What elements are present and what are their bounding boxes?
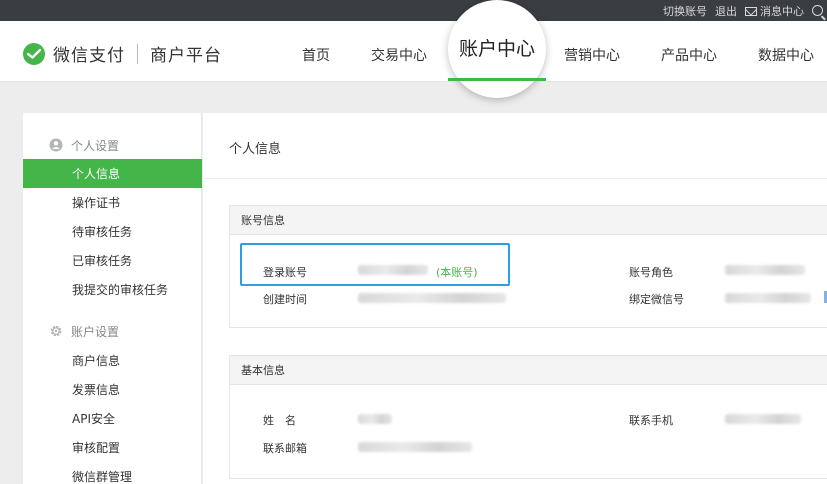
sidebar-group-personal: 个人设置 <box>23 131 202 159</box>
search-icon[interactable] <box>812 5 823 16</box>
sidebar-item-invoice-info[interactable]: 发票信息 <box>23 375 202 404</box>
sidebar-group-label: 个人设置 <box>71 138 120 153</box>
wechat-pay-logo-icon <box>23 42 45 65</box>
nav-home[interactable]: 首页 <box>302 45 330 65</box>
name-value <box>358 414 392 424</box>
bound-wechat-value <box>725 293 811 303</box>
nav-data[interactable]: 数据中心 <box>758 45 814 65</box>
messages-label: 消息中心 <box>760 4 804 18</box>
account-panel-title: 账号信息 <box>230 206 827 235</box>
logo-subtitle: 商户平台 <box>150 46 222 66</box>
nav-trade[interactable]: 交易中心 <box>371 45 427 65</box>
created-time-value <box>358 293 506 303</box>
sidebar-item-certificate[interactable]: 操作证书 <box>23 188 202 217</box>
mail-icon <box>745 6 757 16</box>
sidebar-item-merchant-info[interactable]: 商户信息 <box>23 346 202 375</box>
email-value <box>358 442 472 452</box>
email-label: 联系邮箱 <box>263 442 307 455</box>
nav-marketing[interactable]: 营销中心 <box>564 45 620 65</box>
created-time-label: 创建时间 <box>263 293 307 306</box>
nav-account[interactable]: 账户中心 <box>459 34 535 61</box>
messages-link[interactable]: 消息中心 <box>745 3 804 19</box>
top-bar: 切换账号 退出 消息中心 <box>0 0 827 21</box>
sidebar-item-api-security[interactable]: API安全 <box>23 404 202 433</box>
sidebar-item-review-config[interactable]: 审核配置 <box>23 433 202 462</box>
login-account-value <box>358 265 428 275</box>
sidebar-group-label: 账户设置 <box>71 324 120 339</box>
sidebar-item-reviewed-tasks[interactable]: 已审核任务 <box>23 246 202 275</box>
sidebar-item-personal-info[interactable]: 个人信息 <box>23 159 202 188</box>
logo-text: 微信支付 <box>53 46 125 66</box>
logout-link[interactable]: 退出 <box>715 3 737 19</box>
main-content: 个人信息 账号信息 登录账号 (本账号) 创建时间 账号角色 绑定微信号 基本信… <box>203 113 827 484</box>
sidebar: 个人设置 个人信息 操作证书 待审核任务 已审核任务 我提交的审核任务 账户设置… <box>23 113 202 484</box>
sidebar-item-wechat-group[interactable]: 微信群管理 <box>23 462 202 484</box>
page-title: 个人信息 <box>229 142 282 157</box>
nav-product[interactable]: 产品中心 <box>661 45 717 65</box>
account-role-label: 账号角色 <box>629 266 673 279</box>
nav-active-underline <box>448 78 546 81</box>
user-icon <box>49 138 63 152</box>
bound-wechat-label: 绑定微信号 <box>629 293 684 306</box>
basic-panel-title: 基本信息 <box>230 356 827 385</box>
sidebar-group-account: 账户设置 <box>23 317 202 345</box>
name-label: 姓 名 <box>263 414 296 427</box>
logo-divider <box>137 43 138 64</box>
phone-label: 联系手机 <box>629 414 673 427</box>
self-account-tag: (本账号) <box>436 266 478 279</box>
sidebar-item-pending-tasks[interactable]: 待审核任务 <box>23 217 202 246</box>
logo[interactable]: 微信支付 商户平台 <box>22 41 222 66</box>
sidebar-item-submitted-tasks[interactable]: 我提交的审核任务 <box>23 275 202 304</box>
phone-value <box>725 414 801 424</box>
switch-account-link[interactable]: 切换账号 <box>663 3 707 19</box>
title-divider <box>203 178 827 179</box>
gear-icon <box>50 325 62 337</box>
login-account-label: 登录账号 <box>263 266 307 279</box>
header: 微信支付 商户平台 首页 交易中心 账户中心 营销中心 产品中心 数据中心 <box>0 0 827 98</box>
account-role-value <box>725 265 805 275</box>
top-links: 切换账号 退出 消息中心 <box>655 0 827 21</box>
